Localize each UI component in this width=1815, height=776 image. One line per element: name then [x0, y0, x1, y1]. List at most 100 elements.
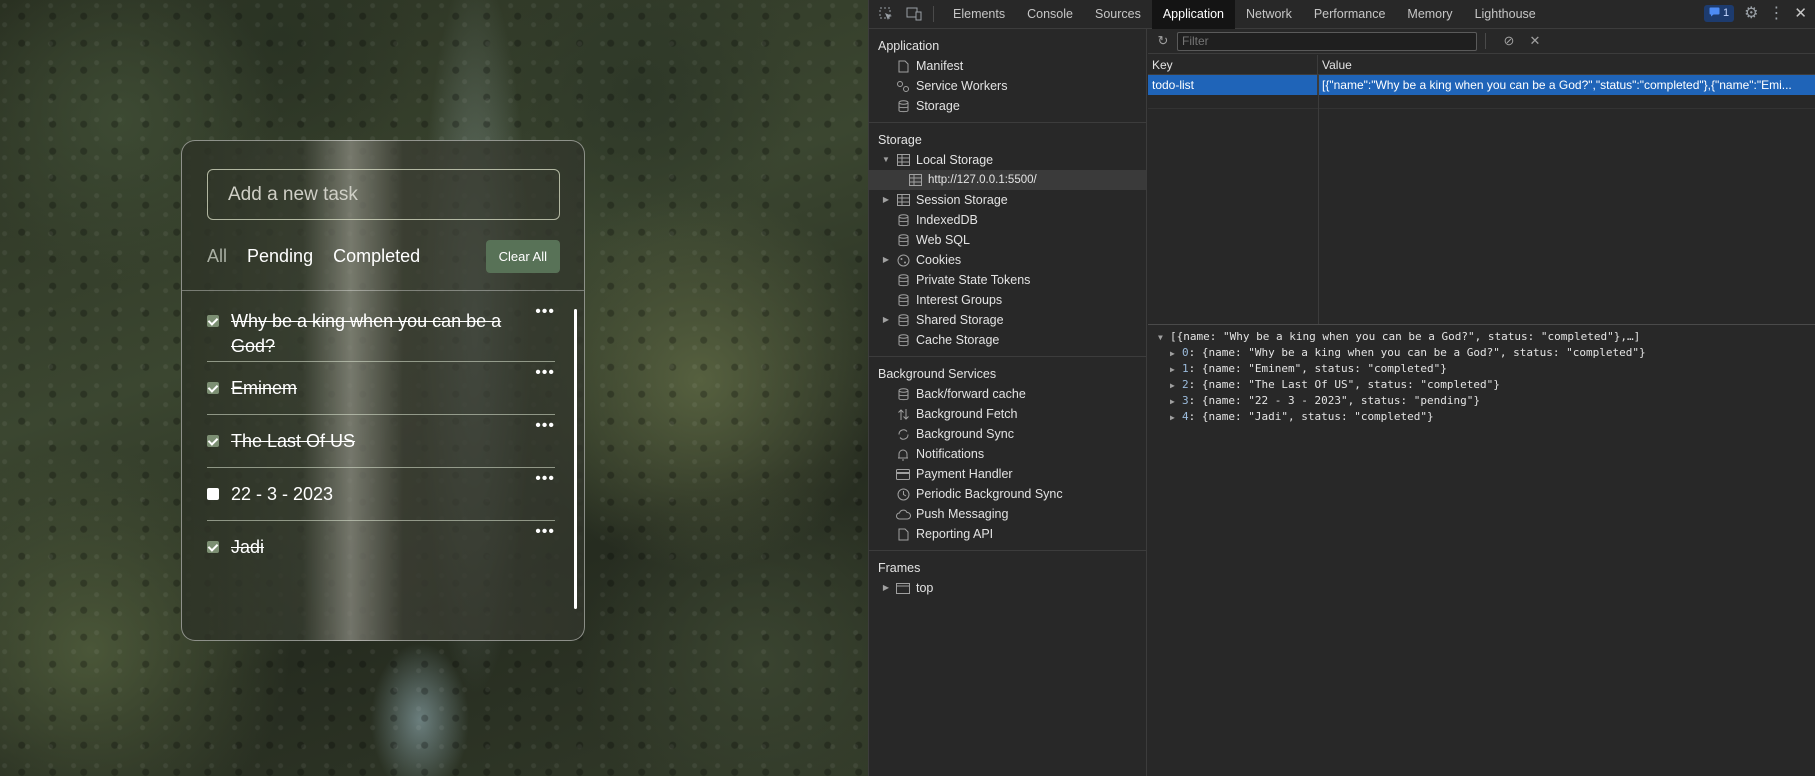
task-item: Why be a king when you can be a God? •••: [207, 301, 555, 362]
sidebar-item-private-state-tokens[interactable]: Private State Tokens: [869, 270, 1146, 290]
expand-down-icon[interactable]: ▼: [881, 150, 891, 170]
sidebar-item-cache-storage[interactable]: Cache Storage: [869, 330, 1146, 350]
preview-colon: :: [1188, 410, 1202, 423]
task-checkbox[interactable]: [207, 435, 219, 447]
expand-right-icon[interactable]: ▶: [881, 310, 891, 330]
task-menu-icon[interactable]: •••: [535, 417, 555, 435]
sidebar-item-payment-handler[interactable]: Payment Handler: [869, 464, 1146, 484]
preview-root-text: [{name: "Why be a king when you can be a…: [1170, 330, 1641, 343]
task-checkbox[interactable]: [207, 315, 219, 327]
refresh-icon[interactable]: ↻: [1152, 33, 1174, 49]
task-checkbox[interactable]: [207, 541, 219, 553]
sidebar-item-label: http://127.0.0.1:5500/: [928, 174, 1037, 186]
preview-root[interactable]: ▼ [{name: "Why be a king when you can be …: [1158, 329, 1815, 345]
preview-index: 2: [1182, 378, 1189, 391]
sidebar-item-top[interactable]: ▶ top: [869, 578, 1146, 598]
sidebar-item-label: Storage: [916, 99, 960, 113]
section-background-services: Background Services Back/forward cache Ba…: [869, 357, 1146, 551]
close-icon[interactable]: ✕: [1794, 4, 1807, 22]
filter-separator: [1485, 33, 1486, 49]
preview-item[interactable]: ▶ 1: {name: "Eminem", status: "completed"…: [1158, 361, 1815, 377]
preview-index: 3: [1182, 394, 1189, 407]
issues-badge[interactable]: 1: [1703, 4, 1735, 22]
device-toolbar-icon[interactable]: [903, 3, 925, 25]
key-column-header[interactable]: Key: [1148, 55, 1318, 74]
sidebar-item-cookies[interactable]: ▶ Cookies: [869, 250, 1146, 270]
sidebar-item-interest-groups[interactable]: Interest Groups: [869, 290, 1146, 310]
task-menu-icon[interactable]: •••: [535, 523, 555, 541]
sidebar-item-http-127-0-0-1-5500[interactable]: http://127.0.0.1:5500/: [869, 170, 1146, 190]
tab-sources[interactable]: Sources: [1084, 0, 1152, 29]
scrollbar[interactable]: [574, 309, 577, 609]
sidebar-item-manifest[interactable]: Manifest: [869, 56, 1146, 76]
row-value: [{"name":"Why be a king when you can be …: [1322, 78, 1792, 92]
task-menu-icon[interactable]: •••: [535, 364, 555, 382]
expand-right-icon[interactable]: ▶: [881, 250, 891, 270]
sidebar-item-periodic-background-sync[interactable]: Periodic Background Sync: [869, 484, 1146, 504]
preview-item[interactable]: ▶ 3: {name: "22 - 3 - 2023", status: "pen…: [1158, 393, 1815, 409]
row-key: todo-list: [1148, 75, 1318, 95]
table-icon: [895, 153, 911, 167]
table-row[interactable]: todo-list [{"name":"Why be a king when y…: [1148, 75, 1815, 95]
sidebar-item-label: Background Fetch: [916, 407, 1018, 421]
clear-all-button[interactable]: Clear All: [485, 239, 560, 273]
sidebar-item-service-workers[interactable]: Service Workers: [869, 76, 1146, 96]
tab-memory[interactable]: Memory: [1396, 0, 1463, 29]
sync-icon: [895, 427, 911, 441]
sidebar-item-storage[interactable]: Storage: [869, 96, 1146, 116]
preview-item[interactable]: ▶ 4: {name: "Jadi", status: "completed"}: [1158, 409, 1815, 425]
filter-pending[interactable]: Pending: [247, 246, 313, 267]
task-label: The Last Of US: [231, 431, 356, 451]
filter-all[interactable]: All: [207, 246, 227, 267]
task-item: 22 - 3 - 2023 •••: [207, 468, 555, 521]
expand-right-icon[interactable]: ▶: [881, 190, 891, 210]
sidebar-item-session-storage[interactable]: ▶ Session Storage: [869, 190, 1146, 210]
filter-input[interactable]: [1177, 31, 1477, 51]
sidebar-item-background-sync[interactable]: Background Sync: [869, 424, 1146, 444]
preview-index: 1: [1182, 362, 1189, 375]
sidebar-item-shared-storage[interactable]: ▶ Shared Storage: [869, 310, 1146, 330]
expand-right-icon[interactable]: ▶: [881, 578, 891, 598]
delete-selected-icon[interactable]: ✕: [1524, 33, 1546, 49]
application-sidebar: Application Manifest Service Workers Stora…: [869, 29, 1147, 776]
tab-console[interactable]: Console: [1016, 0, 1084, 29]
preview-text: {name: "Eminem", status: "completed"}: [1201, 362, 1447, 375]
section-title: Storage: [878, 133, 922, 147]
sidebar-item-push-messaging[interactable]: Push Messaging: [869, 504, 1146, 524]
sidebar-item-label: Private State Tokens: [916, 273, 1031, 287]
task-input[interactable]: Add a new task: [207, 169, 560, 220]
tab-application[interactable]: Application: [1151, 0, 1235, 29]
sidebar-item-label: Shared Storage: [916, 313, 1004, 327]
tab-elements[interactable]: Elements: [942, 0, 1016, 29]
sidebar-item-back-forward-cache[interactable]: Back/forward cache: [869, 384, 1146, 404]
task-checkbox[interactable]: [207, 488, 219, 500]
divider: [182, 290, 584, 291]
preview-index: 4: [1182, 410, 1189, 423]
inspect-element-icon[interactable]: [875, 3, 897, 25]
tab-network[interactable]: Network: [1235, 0, 1303, 29]
sidebar-item-reporting-api[interactable]: Reporting API: [869, 524, 1146, 544]
clear-all-icon[interactable]: ⊘: [1498, 33, 1520, 49]
sidebar-item-background-fetch[interactable]: Background Fetch: [869, 404, 1146, 424]
gear-icon[interactable]: ⚙: [1744, 3, 1758, 23]
sidebar-item-indexeddb[interactable]: IndexedDB: [869, 210, 1146, 230]
sidebar-item-label: Background Sync: [916, 427, 1014, 441]
tab-performance[interactable]: Performance: [1303, 0, 1397, 29]
sidebar-item-notifications[interactable]: Notifications: [869, 444, 1146, 464]
task-checkbox[interactable]: [207, 382, 219, 394]
file-icon: [895, 527, 911, 541]
preview-item[interactable]: ▶ 0: {name: "Why be a king when you can b…: [1158, 345, 1815, 361]
task-menu-icon[interactable]: •••: [535, 470, 555, 488]
task-list: Why be a king when you can be a God? ••• E…: [207, 301, 555, 567]
task-menu-icon[interactable]: •••: [535, 303, 555, 321]
sidebar-item-local-storage[interactable]: ▼ Local Storage: [869, 150, 1146, 170]
tab-lighthouse[interactable]: Lighthouse: [1464, 0, 1547, 29]
devtools-tabs: Elements Console Sources Application Network…: [942, 0, 1547, 29]
sidebar-item-web-sql[interactable]: Web SQL: [869, 230, 1146, 250]
preview-item[interactable]: ▶ 2: {name: "The Last Of US", status: "co…: [1158, 377, 1815, 393]
kebab-menu-icon[interactable]: ⋮: [1768, 3, 1784, 23]
value-column-header[interactable]: Value: [1318, 55, 1352, 74]
filter-completed[interactable]: Completed: [333, 246, 420, 267]
preview-text: {name: "Why be a king when you can be a …: [1201, 346, 1646, 359]
database-icon: [895, 387, 911, 401]
